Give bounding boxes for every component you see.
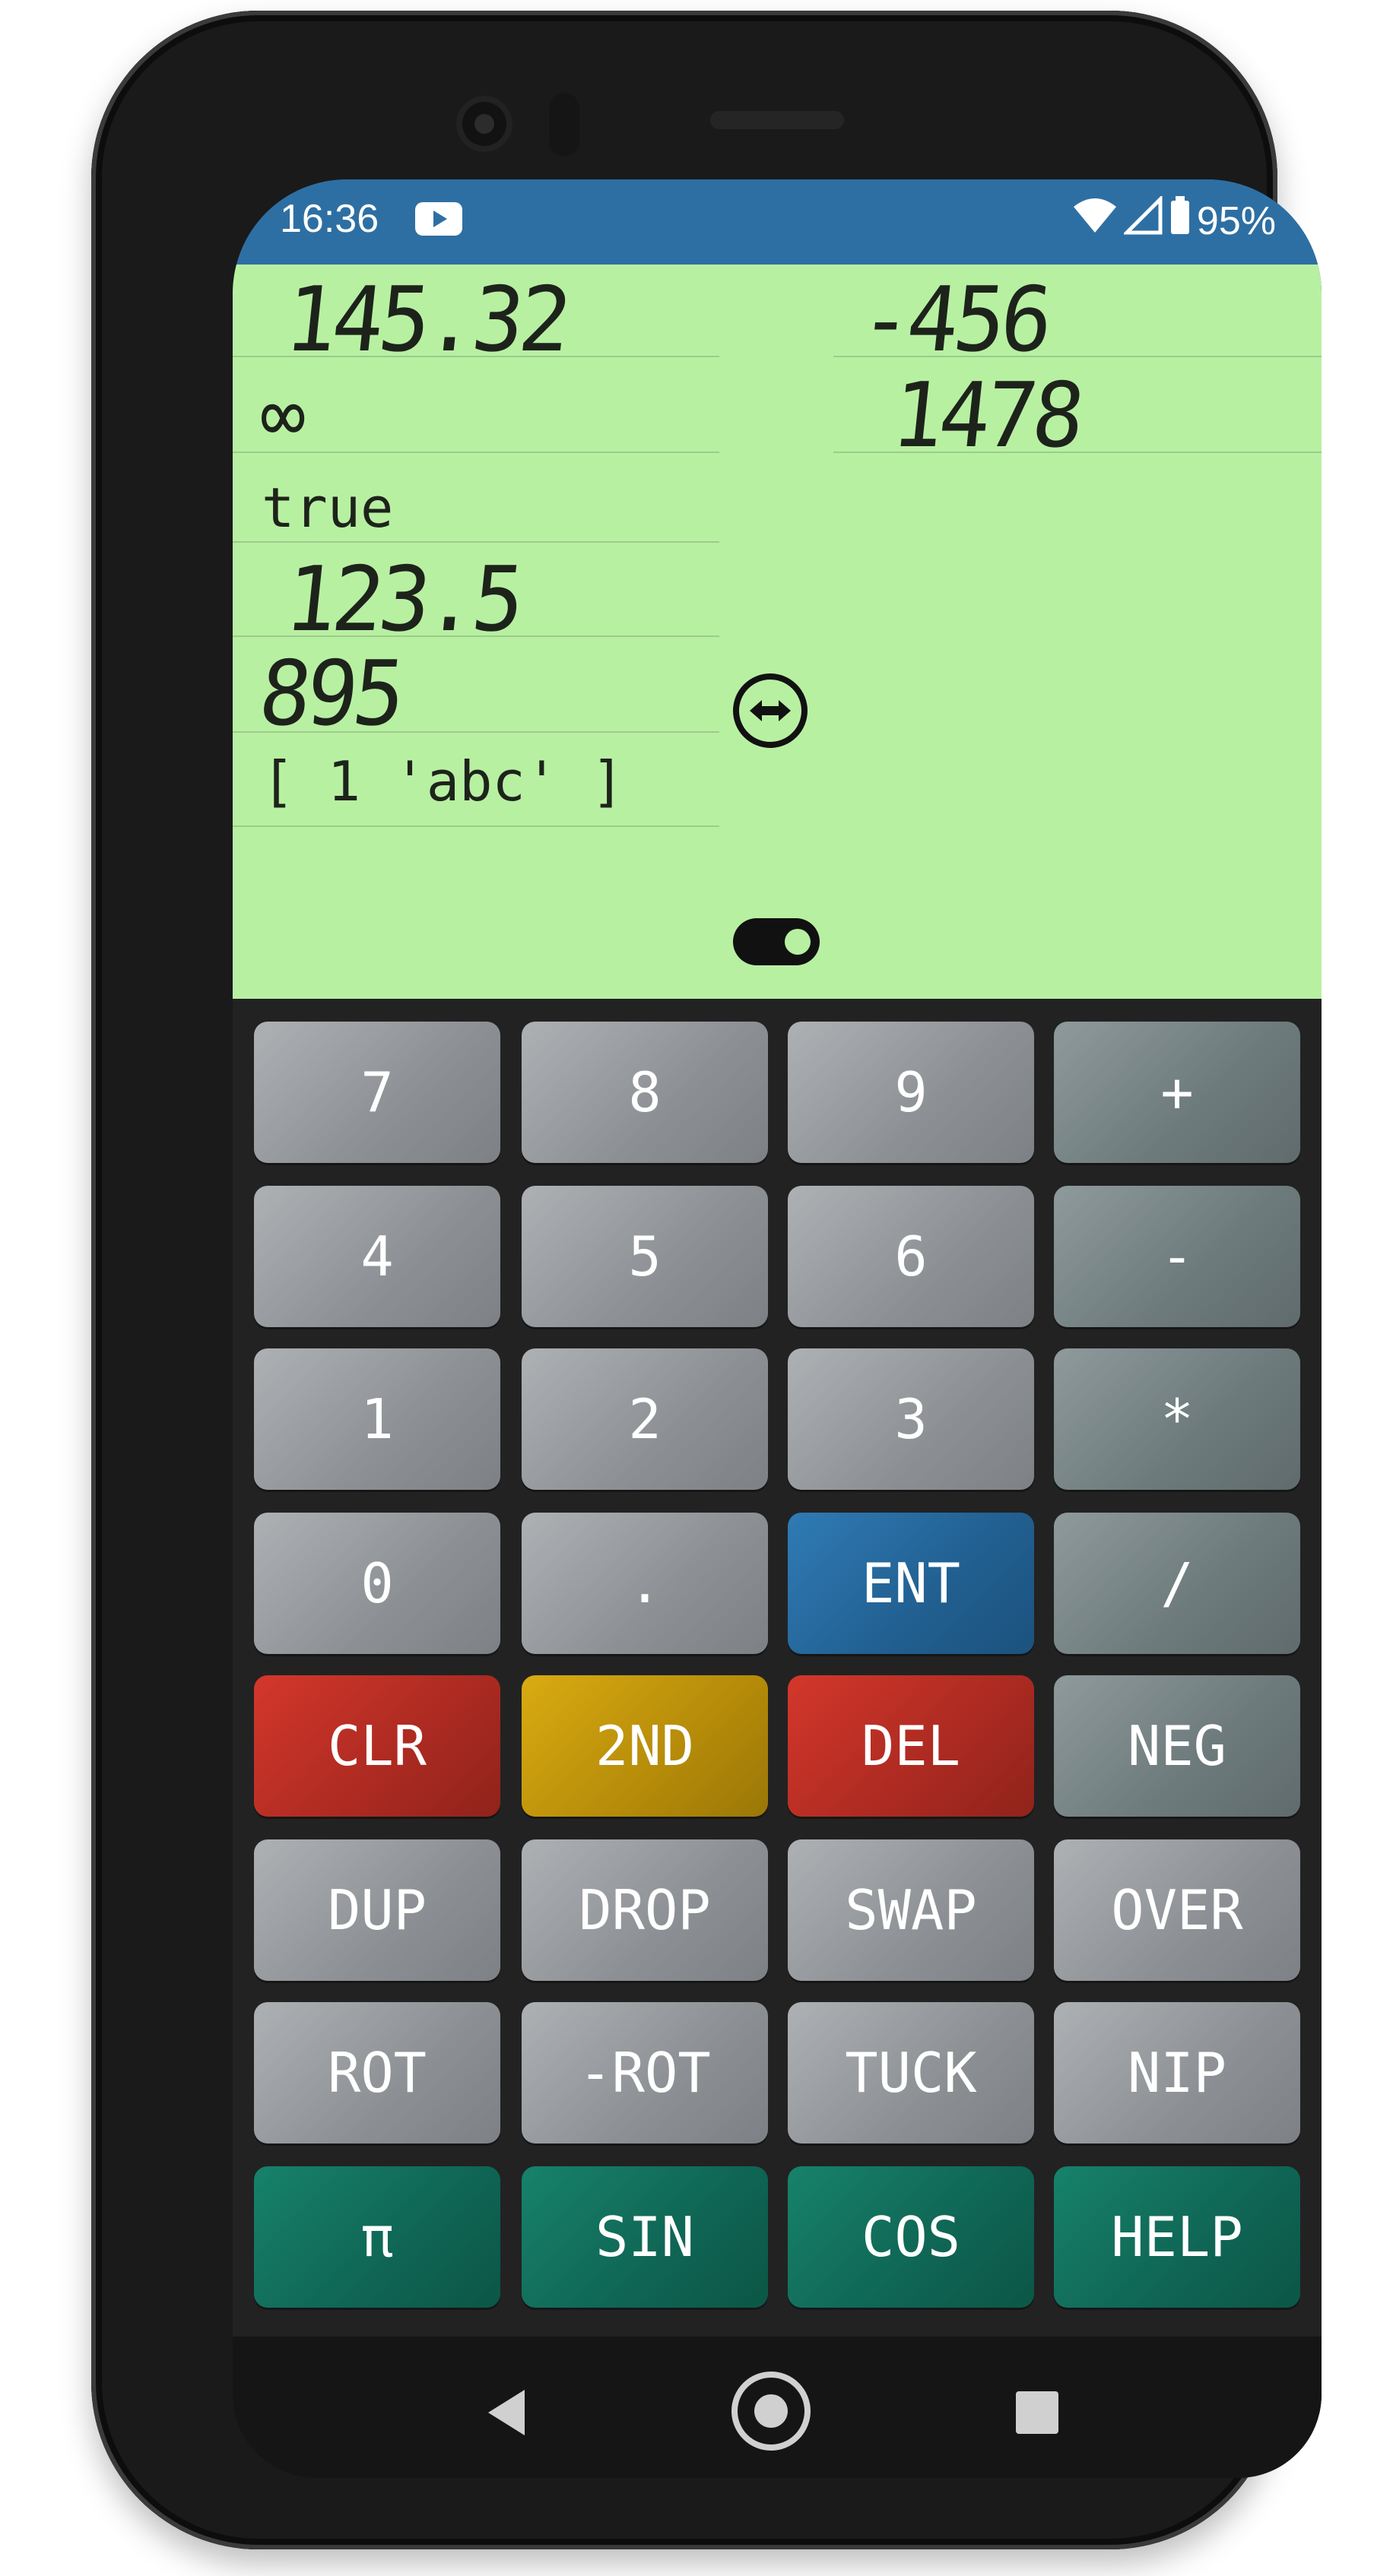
navigation-bar: [233, 2337, 1322, 2478]
key-tuck[interactable]: TUCK: [788, 2002, 1034, 2143]
swap-horizontal-icon[interactable]: [733, 673, 808, 748]
key-pi[interactable]: π: [254, 2166, 500, 2308]
stack-item[interactable]: true: [262, 476, 393, 540]
key-8[interactable]: 8: [522, 1022, 768, 1163]
key-clear[interactable]: CLR: [254, 1675, 500, 1817]
proximity-sensor: [549, 93, 579, 157]
status-bar: 16:36 95%: [233, 179, 1322, 265]
key-delete[interactable]: DEL: [788, 1675, 1034, 1817]
key-6[interactable]: 6: [788, 1186, 1034, 1327]
key-over[interactable]: OVER: [1054, 1839, 1300, 1981]
key-help[interactable]: HELP: [1054, 2166, 1300, 2308]
key-negate[interactable]: NEG: [1054, 1675, 1300, 1817]
key-7[interactable]: 7: [254, 1022, 500, 1163]
stack-item[interactable]: [ 1 'abc' ]: [262, 749, 624, 813]
stack-item[interactable]: -456: [855, 268, 1053, 372]
toggle-switch-icon[interactable]: [733, 918, 820, 965]
wifi-icon: [1072, 196, 1118, 246]
stack-item[interactable]: ∞: [260, 371, 306, 460]
key-2[interactable]: 2: [522, 1348, 768, 1490]
status-icons: 95%: [1072, 194, 1276, 246]
key-decimal[interactable]: .: [522, 1513, 768, 1654]
key-3[interactable]: 3: [788, 1348, 1034, 1490]
key-drop[interactable]: DROP: [522, 1839, 768, 1981]
earpiece-speaker: [710, 111, 844, 129]
phone-frame: 16:36 95% 145.32 ∞ true 123.5 895 [1 'a…: [91, 11, 1322, 2549]
key-multiply[interactable]: *: [1054, 1348, 1300, 1490]
youtube-notification-icon: [415, 202, 462, 236]
key-swap[interactable]: SWAP: [788, 1839, 1034, 1981]
recent-apps-icon[interactable]: [1016, 2391, 1058, 2434]
status-time: 16:36: [280, 197, 379, 241]
signal-icon: [1122, 194, 1163, 246]
battery-icon: [1169, 196, 1191, 246]
key-minus[interactable]: -: [1054, 1186, 1300, 1327]
screen: 16:36 95% 145.32 ∞ true 123.5 895 [1 'a…: [233, 179, 1322, 2478]
key-second[interactable]: 2ND: [522, 1675, 768, 1817]
back-icon[interactable]: [488, 2390, 525, 2435]
key-9[interactable]: 9: [788, 1022, 1034, 1163]
stack-item[interactable]: 895: [255, 642, 406, 746]
key-0[interactable]: 0: [254, 1513, 500, 1654]
stack-item[interactable]: 123.5: [281, 548, 525, 652]
key-dup[interactable]: DUP: [254, 1839, 500, 1981]
key-minus-rot[interactable]: -ROT: [522, 2002, 768, 2143]
home-icon[interactable]: [731, 2372, 811, 2451]
key-plus[interactable]: +: [1054, 1022, 1300, 1163]
key-cos[interactable]: COS: [788, 2166, 1034, 2308]
stack-item[interactable]: 1478: [887, 364, 1085, 468]
key-enter[interactable]: ENT: [788, 1513, 1034, 1654]
front-camera: [456, 96, 512, 152]
key-rot[interactable]: ROT: [254, 2002, 500, 2143]
keypad: 7 8 9 + 4 5 6 - 1 2 3 * 0 . ENT / CLR 2N…: [233, 999, 1322, 2337]
stack-item[interactable]: 145.32: [281, 268, 572, 372]
key-sin[interactable]: SIN: [522, 2166, 768, 2308]
stack-display: 145.32 ∞ true 123.5 895 [ 1 'abc' ] -456…: [233, 265, 1322, 999]
battery-percent: 95%: [1196, 198, 1276, 243]
key-1[interactable]: 1: [254, 1348, 500, 1490]
key-5[interactable]: 5: [522, 1186, 768, 1327]
key-4[interactable]: 4: [254, 1186, 500, 1327]
key-nip[interactable]: NIP: [1054, 2002, 1300, 2143]
key-divide[interactable]: /: [1054, 1513, 1300, 1654]
